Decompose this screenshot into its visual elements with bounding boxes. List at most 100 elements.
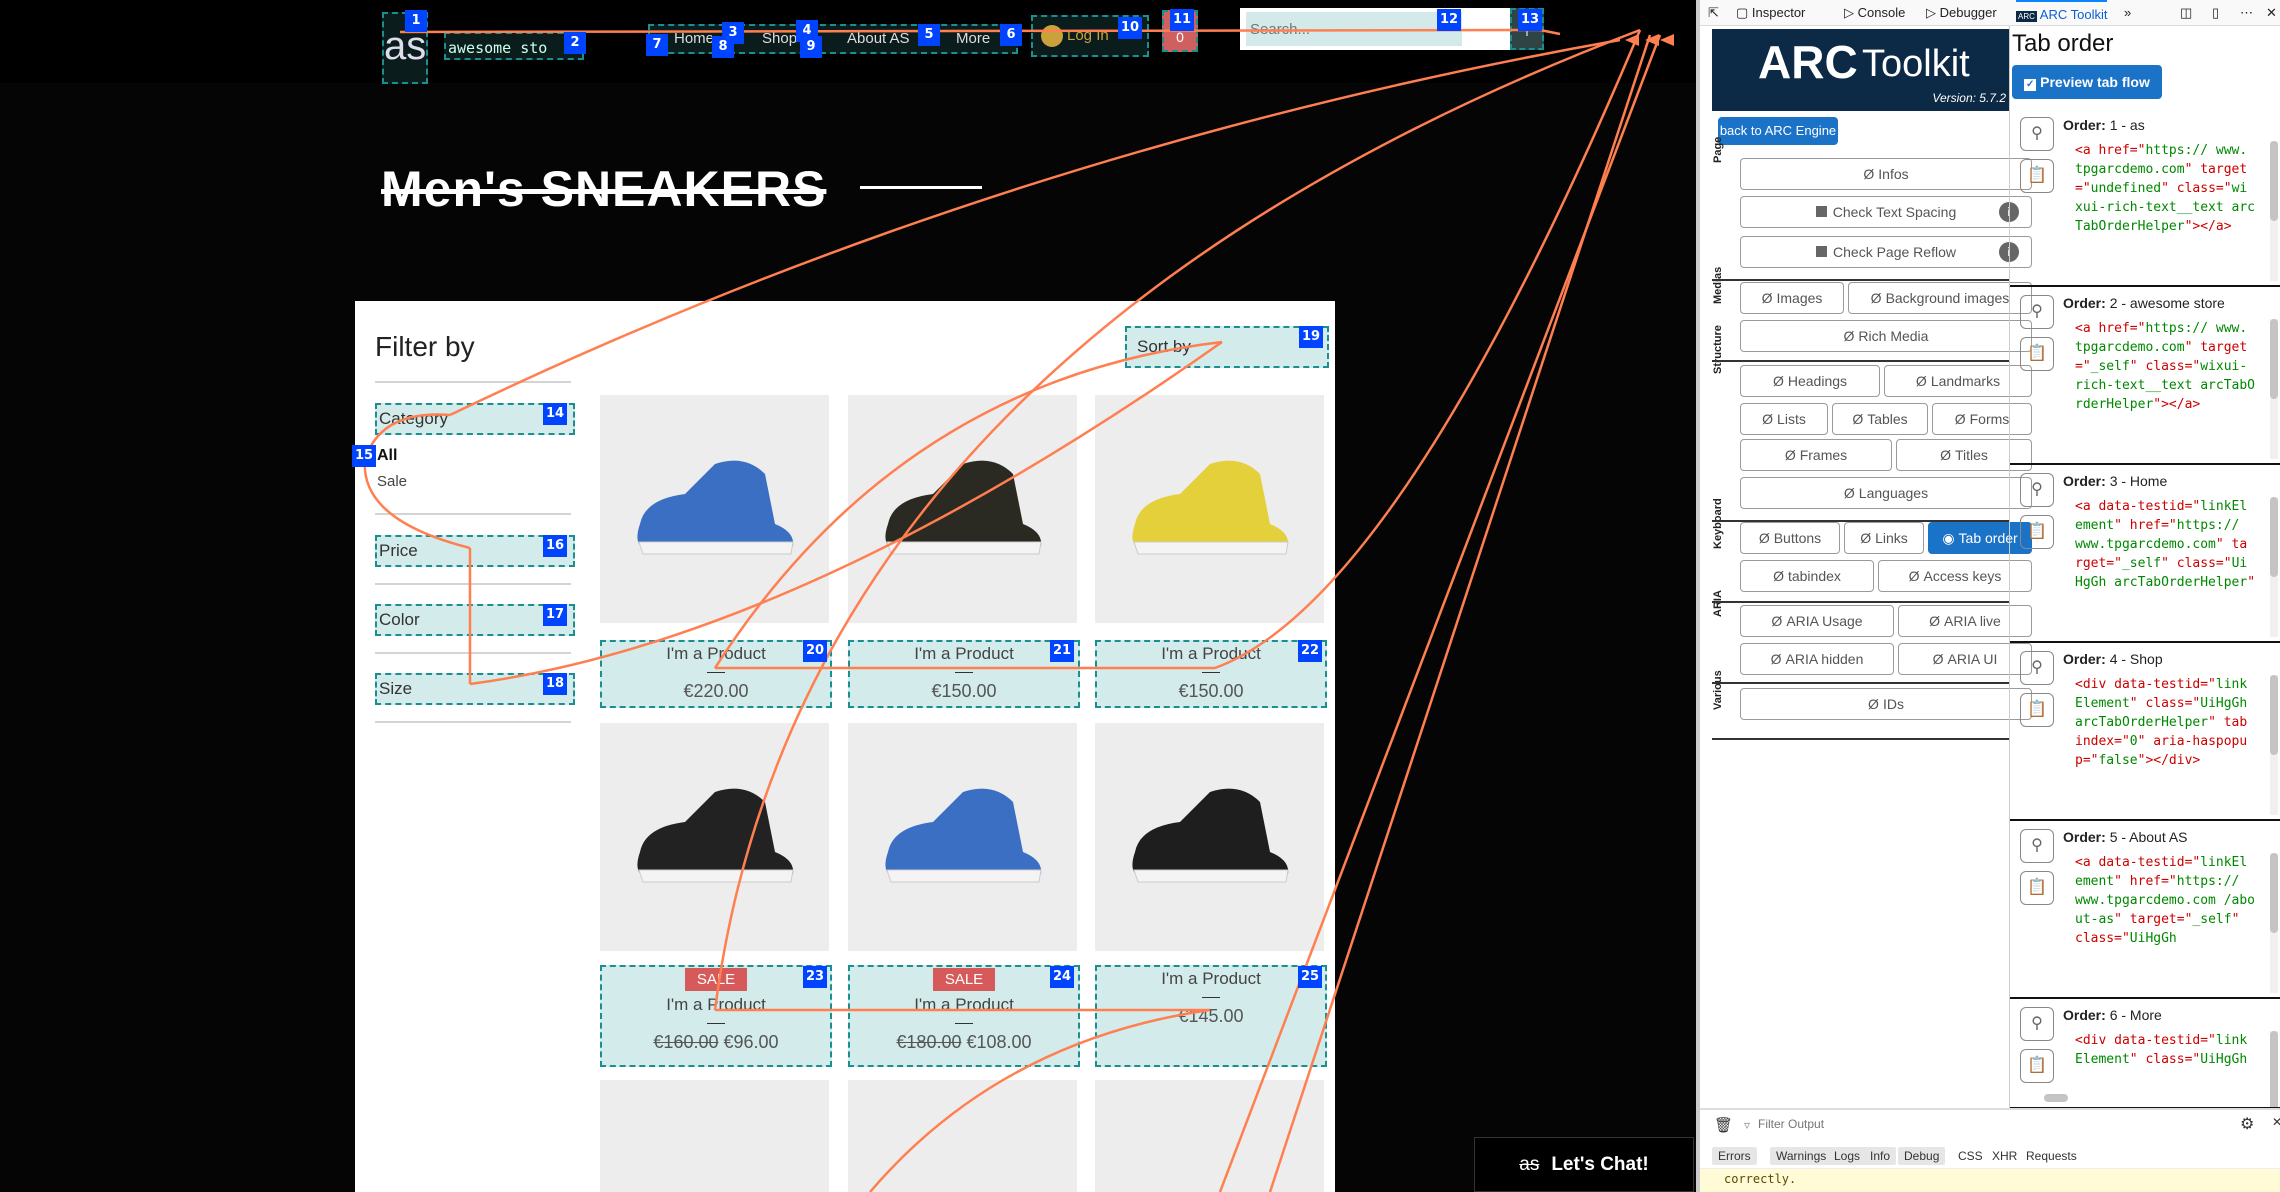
element-source-code: <a href="https:// www.tpgarcdemo.com" ta…: [2075, 321, 2256, 412]
arc-button-tabindex[interactable]: Øtabindex: [1740, 560, 1874, 592]
arc-button-images[interactable]: Ø Images: [1740, 282, 1844, 314]
tab-debugger[interactable]: ▷ Debugger: [1926, 5, 1997, 21]
arc-button-reflow[interactable]: Check Page Reflowi: [1740, 236, 2032, 268]
eye-slash-icon: Ø: [1771, 613, 1783, 629]
code-scrollbar[interactable]: [2270, 319, 2278, 459]
web-page: as awesome sto Home Shop About AS More L…: [0, 0, 1696, 1192]
console-type-css[interactable]: CSS: [1958, 1149, 1983, 1163]
tab-order-badge: 12: [1437, 9, 1462, 31]
filter-icon: ▿: [1744, 1118, 1751, 1132]
tab-order-overlay: [363, 28, 1674, 1192]
eye-slash-icon: Ø: [1863, 166, 1875, 182]
arc-button-frames[interactable]: Ø Frames: [1740, 439, 1892, 471]
code-scrollbar[interactable]: [2270, 853, 2278, 993]
clipboard-icon: 📋: [2027, 701, 2047, 718]
console-type-xhr[interactable]: XHR: [1992, 1149, 2017, 1163]
tab-order-entry: ⚲ 📋 Order: 2 - awesome store <a href="https…: [2010, 287, 2280, 465]
tab-order-badge: 15: [352, 445, 377, 467]
code-scrollbar[interactable]: [2270, 675, 2278, 815]
arc-button-ids[interactable]: Ø IDs: [1740, 688, 2032, 720]
arc-button-links[interactable]: Ø Links: [1844, 522, 1924, 554]
element-source-code: <a data-testid="linkElement" href="https…: [2075, 499, 2256, 590]
highlight-search-button[interactable]: ⚲: [2020, 829, 2054, 863]
highlight-search-button[interactable]: ⚲: [2020, 295, 2054, 329]
tab-order-arrow: [869, 1008, 1211, 1192]
tab-order-badge: 14: [543, 403, 568, 425]
console-message: correctly.: [1700, 1168, 2280, 1192]
copy-clipboard-button[interactable]: 📋: [2020, 515, 2054, 549]
arc-button-text-spacing[interactable]: Check Text Spacingi: [1740, 196, 2032, 228]
console-filter-info[interactable]: Info: [1864, 1147, 1897, 1165]
copy-clipboard-button[interactable]: 📋: [2020, 337, 2054, 371]
arc-button-headings[interactable]: Ø Headings: [1740, 365, 1880, 397]
eye-slash-icon: Ø: [1868, 696, 1879, 712]
highlight-search-button[interactable]: ⚲: [2020, 651, 2054, 685]
copy-clipboard-button[interactable]: 📋: [2020, 159, 2054, 193]
responsive-icon[interactable]: ▯: [2212, 5, 2219, 21]
console-filter-errors[interactable]: Errors: [1712, 1147, 1757, 1165]
tab-order-arrow: [449, 38, 1621, 417]
arc-button-bg-images[interactable]: Ø Background images: [1848, 282, 2032, 314]
tab-order-entry: ⚲ 📋 Order: 5 - About AS <a data-testid="lin…: [2010, 821, 2280, 999]
trash-icon[interactable]: 🗑: [1714, 1116, 1733, 1134]
tab-order-badge: 13: [1518, 9, 1543, 31]
picker-icon[interactable]: ⇱: [1708, 5, 1719, 21]
eye-slash-icon: Ø: [1940, 447, 1951, 463]
copy-clipboard-button[interactable]: 📋: [2020, 871, 2054, 905]
arc-button-rich-media[interactable]: Ø Rich Media: [1740, 320, 2032, 352]
tab-inspector[interactable]: ▢ Inspector: [1736, 5, 1805, 21]
tab-order-arrow: [1214, 29, 1642, 670]
console-filter-logs[interactable]: Logs: [1828, 1147, 1867, 1165]
tab-order-badge: 25: [1298, 966, 1323, 988]
eye-slash-icon: Ø: [1770, 651, 1782, 667]
tab-order-badge: 6: [1000, 24, 1022, 46]
copy-clipboard-button[interactable]: 📋: [2020, 693, 2054, 727]
arc-button-infos[interactable]: Ø Infos: [1740, 158, 2032, 190]
devtools-panel: ⇱ ▢ Inspector ▷ Console ▷ Debugger ARC A…: [1696, 0, 2280, 1192]
arc-button-languages[interactable]: Ø Languages: [1740, 477, 2032, 509]
tab-order-arrow: [713, 340, 1223, 669]
tab-order-badge: 1: [405, 10, 427, 32]
eye-slash-icon: Ø: [1761, 290, 1773, 306]
element-source-code: <a data-testid="linkElement" href="https…: [2075, 855, 2256, 946]
console-type-requests[interactable]: Requests: [2026, 1149, 2077, 1163]
code-scrollbar[interactable]: [2270, 1031, 2278, 1107]
code-scrollbar[interactable]: [2270, 141, 2278, 281]
highlight-search-button[interactable]: ⚲: [2020, 473, 2054, 507]
overflow-menu-icon[interactable]: ⋯: [2240, 5, 2253, 21]
horizontal-scrollbar[interactable]: [2044, 1094, 2068, 1102]
checkbox-checked-icon: ✓: [2024, 79, 2037, 91]
eye-slash-icon: Ø: [1870, 290, 1882, 306]
tab-order-badge: 9: [800, 36, 822, 58]
highlight-search-button[interactable]: ⚲: [2020, 1007, 2054, 1041]
arc-logo: ARC Toolkit Version: 5.7.2: [1712, 29, 2010, 111]
close-console-icon[interactable]: ✕: [2272, 1115, 2280, 1129]
tab-arc-toolkit[interactable]: ARC ARC Toolkit: [2016, 0, 2108, 26]
arc-button-buttons[interactable]: Ø Buttons: [1740, 522, 1840, 554]
settings-gear-icon[interactable]: ⚙: [2240, 1114, 2254, 1134]
tab-order-badge: 2: [564, 32, 586, 54]
highlight-search-button[interactable]: ⚲: [2020, 117, 2054, 151]
tab-console[interactable]: ▷ Console: [1844, 5, 1905, 21]
code-scrollbar[interactable]: [2270, 497, 2278, 637]
copy-clipboard-button[interactable]: 📋: [2020, 1049, 2054, 1083]
section-label-structure: Structure: [1712, 325, 1724, 375]
console-filter-warnings[interactable]: Warnings: [1770, 1147, 1833, 1165]
tab-order-badge: 21: [1050, 640, 1075, 662]
console-filter-debug[interactable]: Debug: [1898, 1147, 1946, 1165]
eye-slash-icon: Ø: [1784, 447, 1796, 463]
more-tabs-icon[interactable]: »: [2124, 5, 2131, 20]
dock-icon[interactable]: ◫: [2180, 5, 2192, 21]
filter-output-input[interactable]: [1758, 1114, 1958, 1134]
preview-tab-flow-toggle[interactable]: ✓ Preview tab flow: [2012, 65, 2162, 99]
square-icon: [1816, 246, 1828, 257]
close-devtools-icon[interactable]: ✕: [2266, 5, 2277, 21]
arc-button-aria-usage[interactable]: Ø ARIA Usage: [1740, 605, 1894, 637]
arc-button-aria-hidden[interactable]: Ø ARIA hidden: [1740, 643, 1894, 675]
arc-button-tables[interactable]: Ø Tables: [1832, 403, 1928, 435]
tab-order-badge: 16: [543, 535, 568, 557]
order-label: Order: 2 - awesome store: [2063, 295, 2225, 311]
section-label-various: Various: [1712, 670, 1724, 710]
tab-order-arrow: [1539, 28, 1561, 36]
arc-button-lists[interactable]: Ø Lists: [1740, 403, 1828, 435]
